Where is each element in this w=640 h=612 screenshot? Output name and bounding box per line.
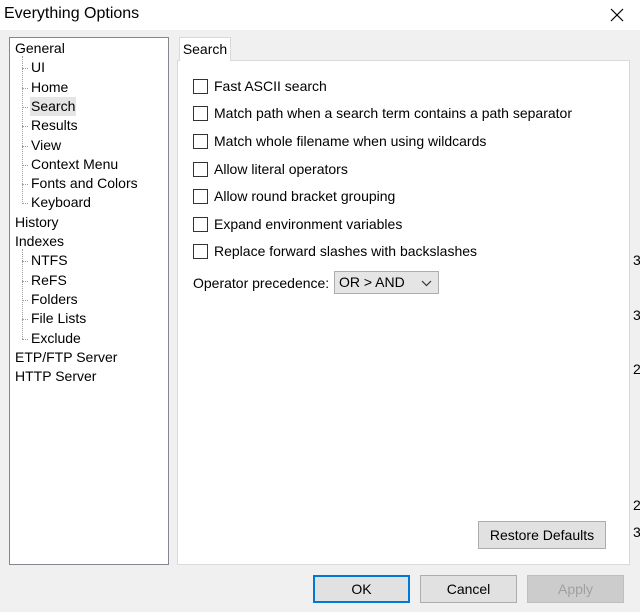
tree-item-folders[interactable]: Folders	[30, 290, 79, 309]
option-label: Match path when a search term contains a…	[214, 105, 572, 121]
checkbox[interactable]	[193, 216, 208, 232]
option-row[interactable]: Allow round bracket grouping	[193, 186, 395, 206]
option-row[interactable]: Match path when a search term contains a…	[193, 103, 572, 123]
option-label: Expand environment variables	[214, 216, 403, 232]
options-tree[interactable]: General UI Home Search Results View Context Me…	[9, 37, 169, 565]
tree-item-history[interactable]: History	[14, 213, 60, 232]
option-row[interactable]: Fast ASCII search	[193, 76, 327, 96]
tree-item-search[interactable]: Search	[30, 96, 77, 116]
tree-item-refs[interactable]: ReFS	[30, 271, 68, 290]
checkbox[interactable]	[193, 105, 208, 121]
operator-precedence-select[interactable]: OR > AND	[334, 271, 439, 294]
checkbox[interactable]	[193, 133, 208, 149]
cancel-button[interactable]: Cancel	[420, 575, 517, 603]
background-text: 3	[633, 524, 640, 540]
option-label: Replace forward slashes with backslashes	[214, 243, 478, 259]
apply-button[interactable]: Apply	[527, 575, 624, 603]
tree-item-general[interactable]: General	[14, 39, 66, 58]
tab-search[interactable]: Search	[179, 37, 231, 61]
tree-connector	[22, 56, 23, 204]
option-label: Match whole filename when using wildcard…	[214, 133, 487, 149]
background-text: 2	[633, 361, 640, 377]
option-label: Allow literal operators	[214, 161, 348, 177]
background-text: 2	[633, 497, 640, 513]
option-row[interactable]: Allow literal operators	[193, 159, 348, 179]
restore-defaults-button[interactable]: Restore Defaults	[478, 521, 606, 549]
tree-item-indexes[interactable]: Indexes	[14, 232, 65, 251]
background-text: 35	[633, 307, 640, 323]
tree-item-ntfs[interactable]: NTFS	[30, 251, 69, 270]
close-button[interactable]	[594, 0, 640, 30]
operator-precedence-label: Operator precedence:	[193, 275, 330, 291]
tree-connector	[22, 249, 23, 339]
tree-item-home[interactable]: Home	[30, 78, 69, 97]
ok-button[interactable]: OK	[313, 575, 410, 603]
tree-item-exclude[interactable]: Exclude	[30, 329, 82, 348]
background-text: 3	[633, 252, 640, 268]
tree-item-ui[interactable]: UI	[30, 58, 46, 77]
checkbox[interactable]	[193, 188, 208, 204]
tree-item-keyboard[interactable]: Keyboard	[30, 193, 92, 212]
checkbox[interactable]	[193, 243, 208, 259]
option-row[interactable]: Replace forward slashes with backslashes	[193, 241, 477, 261]
tree-item-fonts-and-colors[interactable]: Fonts and Colors	[30, 174, 139, 193]
close-icon	[610, 8, 624, 22]
option-row[interactable]: Expand environment variables	[193, 214, 402, 234]
checkbox[interactable]	[193, 161, 208, 177]
checkbox[interactable]	[193, 78, 208, 94]
tree-item-context-menu[interactable]: Context Menu	[30, 155, 119, 174]
tree-item-http-server[interactable]: HTTP Server	[14, 367, 97, 386]
option-row[interactable]: Match whole filename when using wildcard…	[193, 131, 486, 151]
option-label: Fast ASCII search	[214, 78, 327, 94]
tree-item-file-lists[interactable]: File Lists	[30, 309, 87, 328]
option-label: Allow round bracket grouping	[214, 188, 396, 204]
operator-precedence-value: OR > AND	[339, 274, 405, 290]
tree-item-view[interactable]: View	[30, 136, 62, 155]
chevron-down-icon	[420, 273, 432, 294]
title-bar: Everything Options	[0, 0, 640, 30]
tree-item-etp-ftp-server[interactable]: ETP/FTP Server	[14, 348, 118, 367]
window-title: Everything Options	[4, 5, 140, 22]
tree-item-results[interactable]: Results	[30, 116, 79, 135]
